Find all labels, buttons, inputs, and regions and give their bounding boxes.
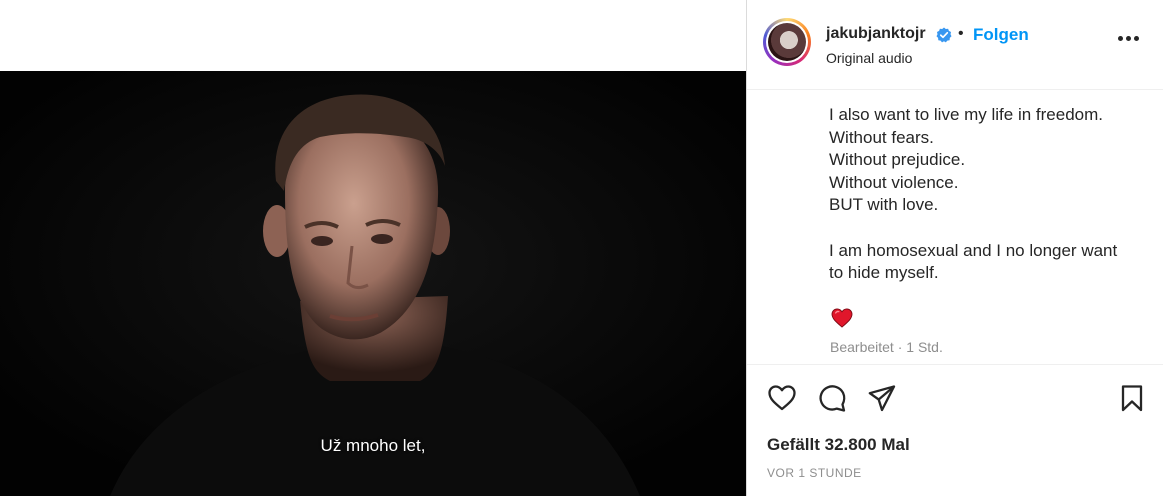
caption-line: I am homosexual and I no longer want xyxy=(829,240,1118,260)
username-link[interactable]: jakubjanktojr xyxy=(826,25,926,43)
heart-outline-icon[interactable] xyxy=(767,383,797,413)
post-timestamp[interactable]: VOR 1 STUNDE xyxy=(767,466,862,480)
video-subtitle: Už mnoho let, xyxy=(320,436,426,455)
edited-timestamp: Bearbeitet · 1 Std. xyxy=(830,339,943,355)
original-audio-link[interactable]: Original audio xyxy=(826,50,912,66)
top-blank-area xyxy=(0,0,746,72)
caption-line: I also want to live my life in freedom. xyxy=(829,105,1104,124)
post-header: jakubjanktojr • Folgen Original audio xyxy=(747,0,1163,90)
comment-bubble-icon[interactable] xyxy=(817,383,847,413)
action-bar xyxy=(747,364,1163,429)
separator-dot: • xyxy=(958,25,964,42)
caption-line: Without fears. xyxy=(829,127,934,147)
caption-line: Without violence. xyxy=(829,172,959,192)
post-caption: I also want to live my life in freedom. … xyxy=(829,104,1149,285)
verified-badge-icon xyxy=(936,27,952,43)
post-sidebar: jakubjanktojr • Folgen Original audio I … xyxy=(746,0,1163,496)
likes-count[interactable]: Gefällt 32.800 Mal xyxy=(767,435,910,455)
red-heart-emoji-icon xyxy=(831,308,853,328)
more-options-icon[interactable] xyxy=(1118,36,1140,42)
video-player[interactable]: Už mnoho let, xyxy=(0,71,746,496)
caption-line: to hide myself. xyxy=(829,263,939,283)
follow-button[interactable]: Folgen xyxy=(973,25,1029,45)
avatar[interactable] xyxy=(763,18,811,66)
paper-plane-icon[interactable] xyxy=(867,383,897,413)
caption-line: BUT with love. xyxy=(829,195,939,215)
video-frame xyxy=(0,71,746,496)
avatar-image xyxy=(768,23,806,61)
bookmark-icon[interactable] xyxy=(1117,383,1147,413)
caption-line: Without prejudice. xyxy=(829,150,966,170)
